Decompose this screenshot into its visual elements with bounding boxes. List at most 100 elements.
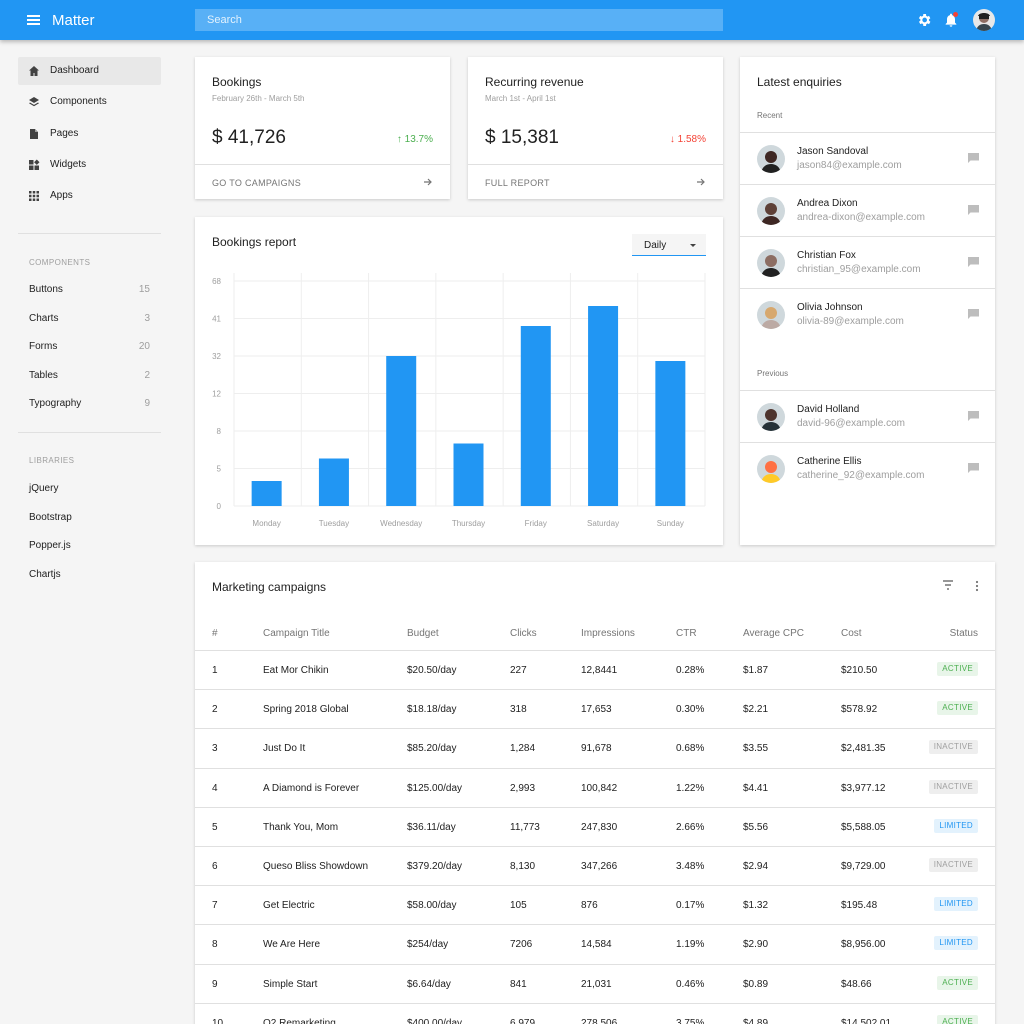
column-header[interactable]: Cost [841,628,862,639]
table-cell: $3,977.12 [841,782,886,794]
sidebar-link-buttons[interactable]: Buttons 15 [29,284,150,300]
enquiry-name: Jason Sandoval [797,146,869,157]
enquiry-item[interactable]: Olivia Johnson olivia-89@example.com [740,288,995,340]
sidebar-library-link[interactable]: Bootstrap [29,512,150,528]
sidebar-item-widgets[interactable]: Widgets [18,151,161,179]
sidebar-library-link[interactable]: Chartjs [29,569,150,585]
table-cell: 3 [212,743,218,755]
sidebar-item-dashboard[interactable]: Dashboard [18,57,161,85]
message-icon[interactable] [968,411,979,421]
table-row[interactable]: 5 Thank You, Mom $36.11/day 11,773 247,830 2.… [195,806,995,846]
status-badge: ACTIVE [937,1014,978,1024]
chart-bar-sunday[interactable] [655,361,686,506]
sidebar-item-label: Apps [50,190,73,202]
enquiry-item[interactable]: Catherine Ellis catherine_92@example.com [740,442,995,494]
search-input[interactable] [195,9,723,31]
table-row[interactable]: 8 We Are Here $254/day 7206 14,584 1.19% $2.90… [195,924,995,963]
table-cell: 21,031 [581,978,612,990]
table-cell: 3.75% [676,1017,705,1024]
table-row[interactable]: 1 Eat Mor Chikin $20.50/day 227 12,8441 0.28%… [195,650,995,689]
sidebar-link-count: 20 [138,341,150,352]
avatar [757,249,785,277]
table-cell: 1.19% [676,939,705,951]
table-row[interactable]: 3 Just Do It $85.20/day 1,284 91,678 0.68% $3.… [195,728,995,767]
table-row[interactable]: 7 Get Electric $58.00/day 105 876 0.17% $1.32 $… [195,885,995,924]
sidebar-link-count: 3 [144,312,150,324]
table-cell: $254/day [407,939,449,951]
chart-bar-thursday[interactable] [453,443,484,507]
sidebar-library-link[interactable]: jQuery [29,483,150,499]
arrow-right-icon [697,178,705,186]
table-cell: $6.64/day [407,978,451,990]
chart-bar-tuesday[interactable] [318,458,349,507]
table-cell: Queso Bliss Showdown [263,861,369,872]
chart-bar-wednesday[interactable] [386,356,417,506]
enquiry-item[interactable]: Andrea Dixon andrea-dixon@example.com [740,184,995,236]
chart-bar-saturday[interactable] [588,306,619,506]
column-header[interactable]: Impressions [581,628,635,639]
avatar [757,197,785,225]
table-cell: 12,8441 [581,665,618,676]
period-select[interactable]: Daily [632,234,706,256]
sidebar-item-label: Components [50,96,107,108]
table-cell: Just Do It [263,743,306,755]
message-icon[interactable] [968,257,979,267]
chart-bar-monday[interactable] [251,481,282,506]
column-header[interactable]: Budget [407,628,439,639]
full-report-link[interactable]: FULL REPORT [468,164,723,199]
column-header[interactable]: # [212,628,218,639]
table-cell: $195.48 [841,900,878,912]
home-icon [29,66,39,76]
sidebar-item-components[interactable]: Components [18,88,161,116]
bookings-range: February 26th - March 5th [212,94,305,103]
table-cell: 1 [212,665,218,676]
table-row[interactable]: 10 Q2 Remarketing $400.00/day 6,979 278,506 3… [195,1002,995,1024]
enquiry-email: christian_95@example.com [797,264,921,275]
column-header[interactable]: CTR [676,628,697,639]
table-cell: 91,678 [581,743,612,755]
user-avatar[interactable] [973,9,995,31]
filter-icon[interactable] [942,580,954,590]
table-cell: $18.18/day [407,704,457,716]
message-icon[interactable] [968,153,979,163]
enquiry-item[interactable]: Christian Fox christian_95@example.com [740,236,995,288]
more-vert-icon[interactable] [974,580,980,592]
status-badge: INACTIVE [928,858,978,872]
settings-icon[interactable] [916,12,932,28]
chart-bar-friday[interactable] [520,326,551,506]
column-header[interactable]: Status [950,628,978,639]
message-icon[interactable] [968,309,979,319]
table-row[interactable]: 2 Spring 2018 Global $18.18/day 318 17,653 0.… [195,689,995,728]
table-row[interactable]: 9 Simple Start $6.64/day 841 21,031 0.46% $0.8… [195,963,995,1003]
column-header[interactable]: Clicks [510,628,537,639]
go-to-campaigns-link[interactable]: GO TO CAMPAIGNS [195,164,450,199]
table-cell: 0.28% [676,665,705,676]
sidebar-link-typography[interactable]: Typography 9 [29,398,150,414]
y-tick-label: 68 [212,277,221,286]
sidebar-link-forms[interactable]: Forms 20 [29,341,150,357]
enquiry-item[interactable]: David Holland david-96@example.com [740,390,995,442]
sidebar-library-link[interactable]: Popper.js [29,540,150,556]
column-header[interactable]: Average CPC [743,628,804,639]
notifications-icon[interactable] [943,12,959,28]
table-cell: $85.20/day [407,743,457,755]
x-tick-label: Saturday [587,519,619,528]
x-tick-label: Wednesday [380,519,422,528]
table-cell: 8,130 [510,861,536,872]
sidebar-item-apps[interactable]: Apps [18,182,161,210]
menu-icon[interactable] [22,12,46,28]
sidebar-link-tables[interactable]: Tables 2 [29,370,150,386]
table-row[interactable]: 6 Queso Bliss Showdown $379.20/day 8,130 347… [195,846,995,885]
message-icon[interactable] [968,463,979,473]
table-cell: $2,481.35 [841,743,886,755]
sidebar-item-pages[interactable]: Pages [18,120,161,148]
message-icon[interactable] [968,205,979,215]
sidebar-link-charts[interactable]: Charts 3 [29,313,150,329]
page-icon [30,128,38,139]
table-cell: 318 [510,704,527,716]
column-header[interactable]: Campaign Title [263,628,330,639]
table-row[interactable]: 4 A Diamond is Forever $125.00/day 2,993 100… [195,767,995,807]
table-cell: 4 [212,782,218,794]
y-tick-label: 8 [217,427,222,436]
enquiry-item[interactable]: Jason Sandoval jason84@example.com [740,132,995,184]
